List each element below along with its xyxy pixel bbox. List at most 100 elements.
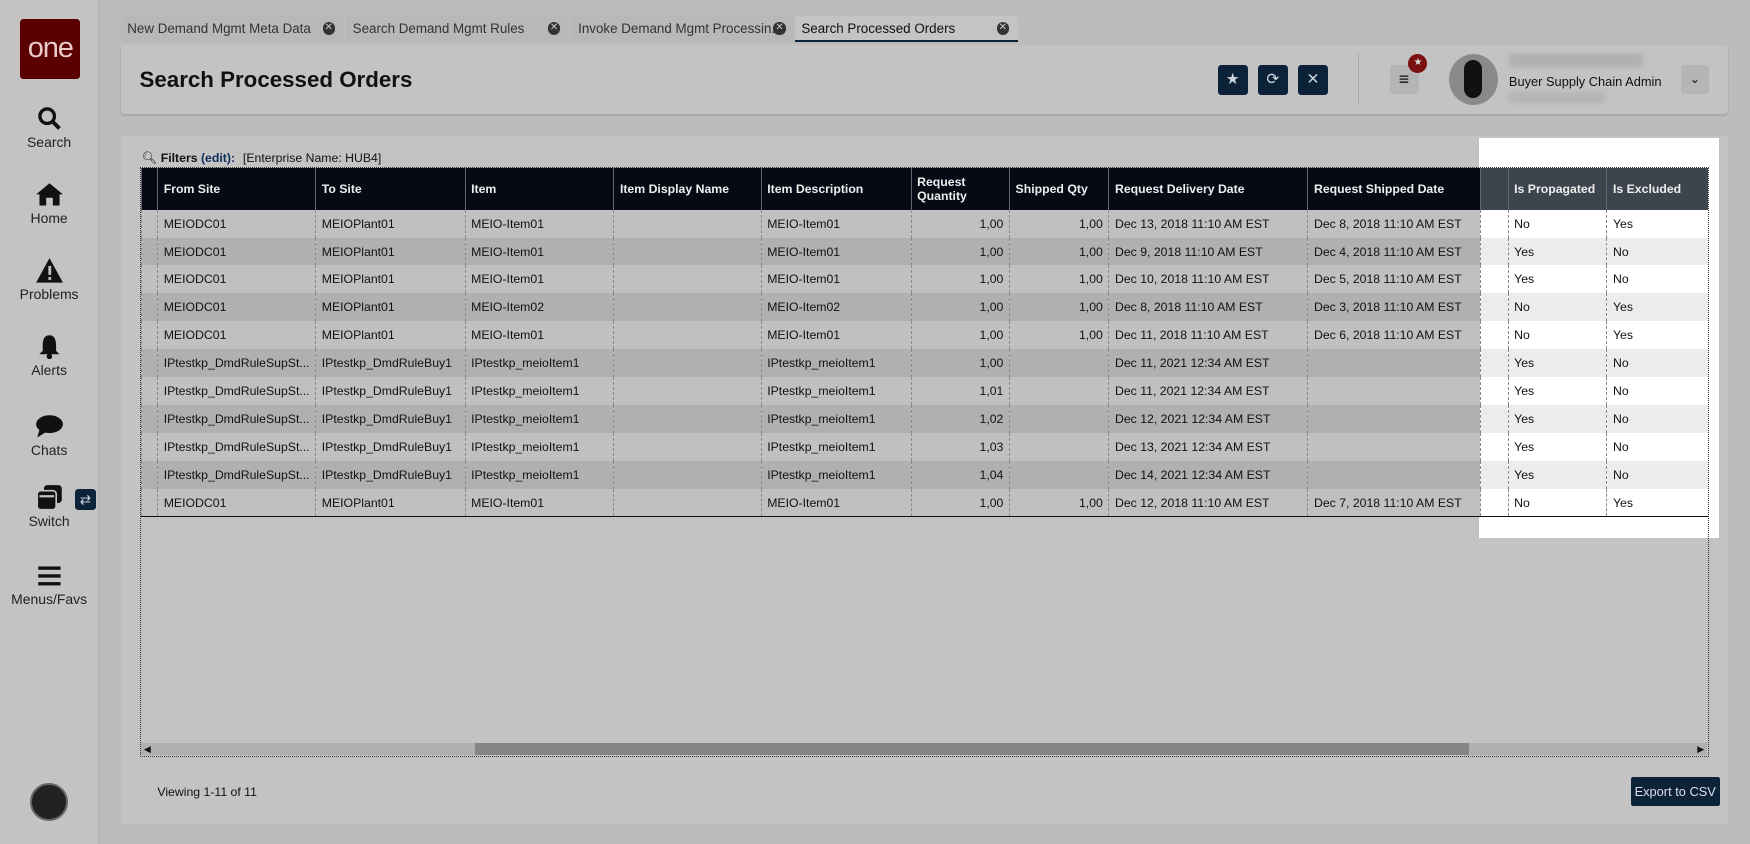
- table-cell: MEIO-Item01: [464, 488, 614, 518]
- row-select-cell[interactable]: [140, 321, 158, 350]
- table-cell: 1,00: [1008, 237, 1109, 266]
- close-tab-icon[interactable]: ✕: [547, 22, 561, 35]
- row-select-cell[interactable]: [140, 377, 158, 405]
- tab-search-processed-orders[interactable]: Search Processed Orders ✕: [794, 15, 1018, 43]
- column-header[interactable]: Item Display Name: [613, 168, 762, 210]
- sidebar-item-problems[interactable]: Problems: [0, 257, 98, 302]
- row-select-cell[interactable]: [140, 460, 158, 489]
- table-cell: Yes: [1606, 488, 1708, 518]
- column-header[interactable]: Shipped Qty: [1008, 168, 1109, 210]
- column-header[interactable]: Item: [464, 168, 614, 210]
- row-select-cell[interactable]: [140, 432, 158, 461]
- table-cell: Dec 10, 2018 11:10 AM EST: [1108, 265, 1308, 294]
- favorites-badge-icon[interactable]: ★: [1408, 53, 1428, 73]
- column-header[interactable]: Request Quantity: [910, 168, 1010, 210]
- table-cell: Yes: [1606, 321, 1708, 350]
- row-select-cell[interactable]: [140, 293, 158, 322]
- spacer-cell: [1480, 321, 1509, 350]
- user-menu-dropdown[interactable]: ⌄: [1680, 64, 1709, 94]
- export-csv-button[interactable]: Export to CSV: [1630, 776, 1720, 806]
- table-cell: 1,00: [910, 321, 1010, 350]
- table-row[interactable]: MEIODC01 MEIOPlant01 MEIO-Item01 MEIO-Item0…: [140, 209, 1708, 238]
- table-cell: Yes: [1507, 349, 1607, 378]
- row-select-cell[interactable]: [140, 265, 158, 294]
- row-select-cell[interactable]: [140, 237, 158, 266]
- favorite-button[interactable]: ★: [1217, 64, 1248, 95]
- table-row[interactable]: MEIODC01 MEIOPlant01 MEIO-Item01 MEIO-Item0…: [140, 488, 1708, 518]
- sidebar-item-chats[interactable]: Chats: [0, 413, 98, 458]
- row-select-cell[interactable]: [140, 209, 158, 238]
- table-row[interactable]: IPtestkp_DmdRuleSupSt... IPtestkp_DmdRule…: [140, 432, 1708, 461]
- column-header[interactable]: Request Shipped Date: [1307, 168, 1481, 210]
- sidebar-item-label: Home: [30, 209, 68, 226]
- tab-invoke-demand-mgmt-processing[interactable]: Invoke Demand Mgmt Processin... ✕: [571, 15, 795, 43]
- spacer-cell: [1480, 404, 1509, 433]
- column-header[interactable]: Item Description: [760, 168, 912, 210]
- sidebar-item-alerts[interactable]: Alerts: [0, 333, 98, 378]
- table-row[interactable]: MEIODC01 MEIOPlant01 MEIO-Item01 MEIO-Item0…: [140, 321, 1708, 350]
- switch-badge-icon[interactable]: ⇄: [74, 488, 96, 511]
- table-cell: Dec 3, 2018 11:10 AM EST: [1307, 293, 1481, 322]
- user-avatar[interactable]: [30, 783, 69, 822]
- table-cell: MEIO-Item01: [464, 237, 614, 266]
- table-cell: MEIO-Item01: [464, 265, 614, 294]
- table-row[interactable]: MEIODC01 MEIOPlant01 MEIO-Item01 MEIO-Item0…: [140, 237, 1708, 266]
- table-row[interactable]: IPtestkp_DmdRuleSupSt... IPtestkp_DmdRule…: [140, 404, 1708, 433]
- tab-search-demand-mgmt-rules[interactable]: Search Demand Mgmt Rules ✕: [345, 15, 570, 43]
- table-cell: IPtestkp_DmdRuleBuy1: [315, 460, 466, 489]
- row-select-cell[interactable]: [140, 349, 158, 378]
- table-cell: [613, 460, 762, 489]
- results-table: From Site To Site Item Item Display Name Ite…: [140, 168, 1708, 518]
- table-cell: No: [1507, 321, 1607, 350]
- scroll-right-icon[interactable]: ▶: [1697, 743, 1704, 755]
- scrollbar-thumb[interactable]: [475, 743, 1469, 756]
- table-cell: [1008, 404, 1109, 433]
- close-tab-icon[interactable]: ✕: [322, 22, 335, 35]
- row-select-cell[interactable]: [140, 488, 158, 518]
- table-cell: [1307, 349, 1481, 378]
- sidebar-item-label: Switch: [28, 513, 70, 530]
- table-cell: Dec 4, 2018 11:10 AM EST: [1307, 237, 1481, 266]
- scroll-left-icon[interactable]: ◀: [144, 743, 151, 755]
- user-org-blurred: [1508, 91, 1605, 103]
- close-tab-icon[interactable]: ✕: [773, 22, 786, 35]
- column-header[interactable]: Is Excluded: [1606, 168, 1708, 210]
- table-cell: IPtestkp_DmdRuleBuy1: [315, 349, 466, 378]
- sidebar-item-search[interactable]: Search: [0, 105, 98, 150]
- table-cell: Dec 12, 2021 12:34 AM EST: [1108, 404, 1308, 433]
- column-header[interactable]: To Site: [315, 168, 466, 210]
- tab-new-demand-mgmt-meta-data[interactable]: New Demand Mgmt Meta Data ✕: [120, 15, 344, 43]
- table-cell: MEIOPlant01: [315, 488, 466, 518]
- table-cell: MEIOPlant01: [315, 209, 466, 238]
- spacer-cell: [1480, 460, 1509, 489]
- page-title: Search Processed Orders: [139, 66, 413, 92]
- table-row[interactable]: IPtestkp_DmdRuleSupSt... IPtestkp_DmdRule…: [140, 460, 1708, 489]
- table-cell: 1,00: [910, 265, 1010, 294]
- column-header[interactable]: From Site: [157, 168, 316, 210]
- column-header[interactable]: Request Delivery Date: [1108, 168, 1308, 210]
- table-cell: Dec 9, 2018 11:10 AM EST: [1108, 237, 1308, 266]
- table-row[interactable]: MEIODC01 MEIOPlant01 MEIO-Item01 MEIO-Item0…: [140, 265, 1708, 294]
- table-cell: IPtestkp_DmdRuleSupSt...: [157, 349, 316, 378]
- close-button[interactable]: ✕: [1297, 64, 1329, 95]
- user-avatar[interactable]: [1448, 53, 1498, 105]
- column-header[interactable]: Is Propagated: [1507, 168, 1607, 210]
- refresh-button[interactable]: ⟳: [1257, 64, 1288, 95]
- tab-label: Invoke Demand Mgmt Processin...: [578, 20, 783, 36]
- logo[interactable]: one: [20, 18, 81, 80]
- filters-edit-link[interactable]: (edit):: [201, 151, 235, 165]
- table-row[interactable]: IPtestkp_DmdRuleSupSt... IPtestkp_DmdRule…: [140, 349, 1708, 378]
- table-row[interactable]: IPtestkp_DmdRuleSupSt... IPtestkp_DmdRule…: [140, 377, 1708, 405]
- chat-icon: [35, 415, 63, 438]
- table-cell: IPtestkp_meioItem1: [760, 432, 912, 461]
- results-grid: From Site To Site Item Item Display Name Ite…: [139, 167, 1709, 757]
- tab-label: Search Demand Mgmt Rules: [352, 20, 525, 36]
- table-cell: IPtestkp_DmdRuleSupSt...: [157, 404, 316, 433]
- row-select-cell[interactable]: [140, 404, 158, 433]
- close-tab-icon[interactable]: ✕: [996, 22, 1009, 35]
- horizontal-scrollbar[interactable]: ◀ ▶: [140, 743, 1708, 756]
- sidebar-item-home[interactable]: Home: [0, 181, 98, 226]
- table-row[interactable]: MEIODC01 MEIOPlant01 MEIO-Item02 MEIO-Item0…: [140, 293, 1708, 322]
- table-cell: [1307, 432, 1481, 461]
- sidebar-item-menus-favs[interactable]: Menus/Favs: [0, 562, 98, 607]
